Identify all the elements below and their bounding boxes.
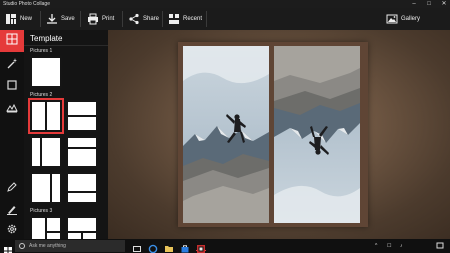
- taskbar-search-box[interactable]: Ask me anything: [15, 240, 125, 252]
- section-label: Pictures 2: [30, 92, 53, 98]
- share-icon: [128, 13, 140, 25]
- share-label: Share: [143, 16, 160, 22]
- minimize-button[interactable]: –: [408, 0, 420, 8]
- recent-label: Recent: [183, 16, 203, 22]
- download-icon: [46, 13, 58, 25]
- template-2-bottom-wide[interactable]: [66, 172, 98, 204]
- template-tool-button[interactable]: [0, 30, 24, 52]
- landscape-icon: [6, 100, 18, 118]
- tool-rail: [0, 30, 24, 239]
- gallery-button[interactable]: Gallery: [386, 8, 420, 30]
- collage-photo-left[interactable]: [183, 46, 269, 223]
- pencil-icon: [6, 180, 18, 198]
- template-2-left-wide[interactable]: [30, 136, 62, 168]
- gear-icon: [6, 222, 18, 240]
- new-button[interactable]: New: [5, 8, 32, 30]
- close-button[interactable]: ✕: [438, 0, 450, 8]
- template-3-a[interactable]: [30, 216, 62, 239]
- new-icon: [5, 13, 17, 25]
- template-3-b[interactable]: [66, 216, 98, 239]
- collage-canvas[interactable]: [108, 30, 450, 239]
- collage-photo-right[interactable]: [274, 46, 360, 223]
- crop-icon: [6, 78, 18, 96]
- grid-icon: [6, 32, 18, 50]
- panel-title: Template: [30, 34, 63, 43]
- save-label: Save: [61, 16, 75, 22]
- draw-tool-button[interactable]: [0, 178, 24, 200]
- tray-overflow-icon[interactable]: ^: [375, 239, 377, 253]
- background-tool-button[interactable]: [0, 98, 24, 120]
- cortana-icon: [19, 243, 25, 249]
- section-label: Pictures 1: [30, 48, 53, 54]
- title-bar: Studio Photo Collage: [0, 0, 450, 8]
- edge-browser-icon[interactable]: [148, 241, 158, 253]
- template-2-horizontal[interactable]: [66, 100, 98, 132]
- save-button[interactable]: Save: [46, 8, 75, 30]
- print-button[interactable]: Print: [87, 8, 114, 30]
- gallery-icon: [386, 13, 398, 25]
- photo-collage-app-icon[interactable]: [196, 241, 206, 253]
- notification-icon[interactable]: [436, 239, 444, 253]
- volume-icon[interactable]: ♪: [400, 239, 403, 253]
- file-explorer-icon[interactable]: [164, 241, 174, 252]
- print-label: Print: [102, 16, 115, 22]
- template-1x1[interactable]: [30, 56, 62, 88]
- crop-tool-button[interactable]: [0, 76, 24, 98]
- template-panel: Template Pictures 1 Pictures 2 Pictures …: [24, 30, 108, 239]
- windows-start-icon[interactable]: [4, 242, 12, 253]
- store-icon[interactable]: [180, 241, 190, 253]
- section-label: Pictures 3: [30, 208, 53, 214]
- new-label: New: [20, 16, 33, 22]
- pen-icon: [6, 202, 18, 220]
- template-2-top-wide[interactable]: [66, 136, 98, 168]
- task-view-icon[interactable]: [132, 241, 142, 252]
- taskbar: Ask me anything ^ ☐ ♪: [0, 239, 450, 253]
- printer-icon: [87, 13, 99, 25]
- recent-icon: [168, 13, 180, 25]
- maximize-button[interactable]: □: [423, 0, 435, 8]
- template-2-vertical[interactable]: [28, 98, 64, 134]
- magic-wand-icon: [6, 56, 18, 74]
- recent-button[interactable]: Recent: [168, 8, 202, 30]
- network-icon[interactable]: ☐: [387, 239, 391, 253]
- collage-frame: [178, 42, 368, 227]
- toolbar: New Save Print Share Recent Gallery: [0, 8, 450, 30]
- share-button[interactable]: Share: [128, 8, 159, 30]
- search-placeholder: Ask me anything: [29, 243, 66, 249]
- window-title: Studio Photo Collage: [3, 1, 50, 7]
- text-tool-button[interactable]: [0, 200, 24, 222]
- template-2-right-wide[interactable]: [30, 172, 62, 204]
- effects-tool-button[interactable]: [0, 54, 24, 76]
- gallery-label: Gallery: [401, 16, 421, 22]
